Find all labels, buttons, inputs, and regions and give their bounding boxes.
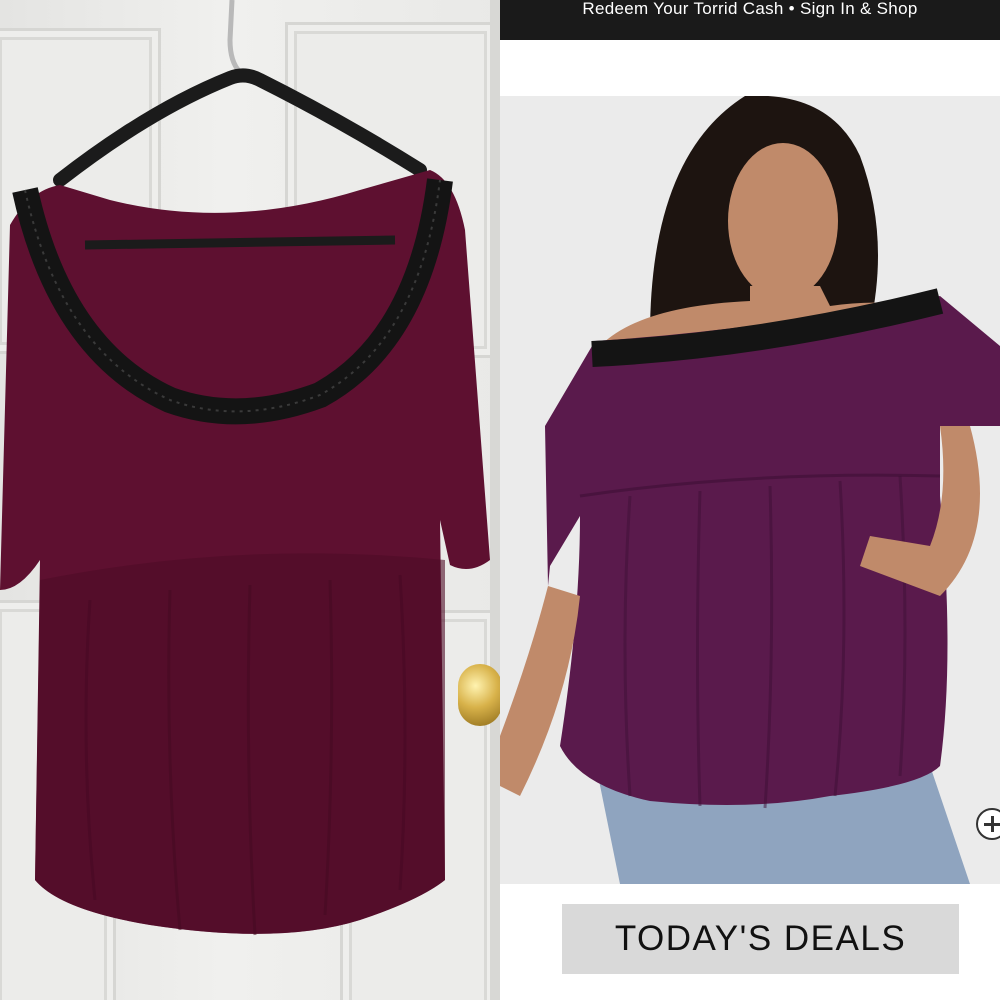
hanger-arm (53, 68, 427, 187)
hanger-and-top-illustration (0, 0, 490, 936)
store-screenshot: Redeem Your Torrid Cash • Sign In & Shop (500, 0, 1000, 1000)
promo-text[interactable]: Redeem Your Torrid Cash • Sign In & Shop (582, 0, 917, 18)
hanger-hook (227, 0, 242, 74)
promo-bar[interactable]: Redeem Your Torrid Cash • Sign In & Shop (500, 0, 1000, 40)
zoom-in-icon[interactable] (976, 808, 1000, 840)
garment-peplum-shadow (35, 553, 445, 934)
model-face (728, 143, 838, 299)
product-photo-model[interactable] (500, 96, 1000, 884)
todays-deals-banner[interactable]: TODAY'S DEALS (562, 904, 959, 974)
todays-deals-label[interactable]: TODAY'S DEALS (615, 919, 906, 959)
hanger-bar (84, 235, 396, 250)
model-illustration (500, 96, 1000, 884)
left-photo-hanging-top (0, 0, 500, 1000)
